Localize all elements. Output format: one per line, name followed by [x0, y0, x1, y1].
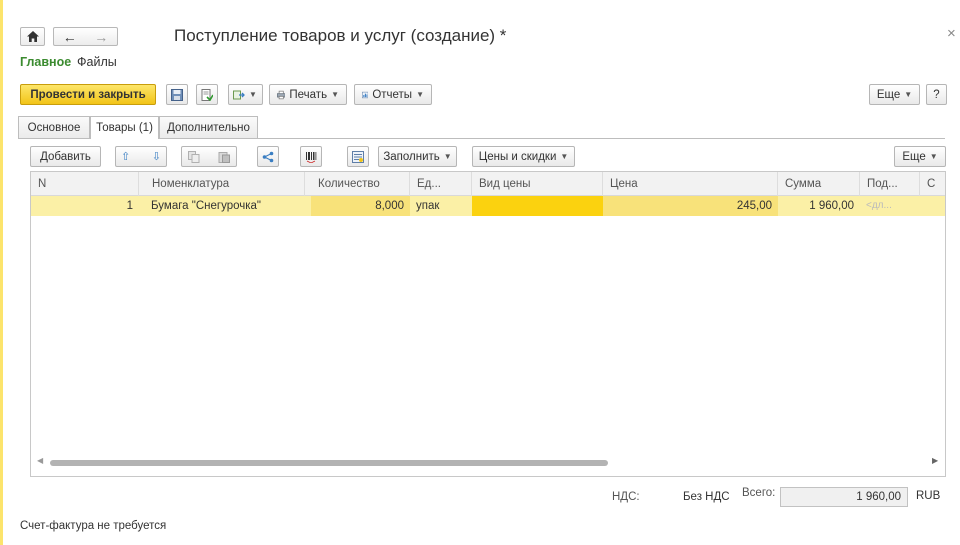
cell-item[interactable]: Бумага "Снегурочка" — [145, 196, 305, 216]
chevron-down-icon: ▼ — [331, 90, 339, 99]
invoice-note: Счет-фактура не требуется — [20, 520, 167, 532]
pick-list-icon — [352, 150, 364, 163]
post-doc-icon — [201, 88, 213, 101]
col-header-unit[interactable]: Ед... — [410, 172, 472, 196]
pick-items-button[interactable] — [347, 146, 369, 167]
post-button[interactable] — [196, 84, 218, 105]
cell-sum[interactable]: 1 960,00 — [778, 196, 860, 216]
col-header-price[interactable]: Цена — [603, 172, 778, 196]
share-icon — [262, 151, 274, 162]
col-header-sub[interactable]: Под... — [860, 172, 920, 196]
reports-label: Отчеты — [372, 88, 413, 101]
share-button[interactable] — [257, 146, 279, 167]
copy-paste-group — [181, 146, 237, 167]
col-header-item[interactable]: Номенклатура — [145, 172, 305, 196]
vat-value: Без НДС — [683, 491, 730, 503]
print-label: Печать — [289, 88, 328, 101]
table-more-label: Еще — [902, 150, 926, 163]
tab-goods[interactable]: Товары (1) — [90, 116, 159, 139]
col-header-sum[interactable]: Сумма — [778, 172, 860, 196]
prices-discounts-label: Цены и скидки — [478, 150, 557, 163]
more-label: Еще — [876, 88, 901, 101]
barcode-button[interactable] — [300, 146, 322, 167]
horizontal-scrollbar[interactable]: ◀ ▶ — [32, 454, 944, 472]
barcode-icon — [306, 151, 317, 163]
col-header-n[interactable]: N — [31, 172, 139, 196]
currency-label: RUB — [916, 490, 941, 502]
create-based-on-button[interactable]: ▼ — [228, 84, 263, 105]
table-row[interactable]: 1 Бумага "Снегурочка" 8,000 упак 245,00 … — [31, 196, 945, 216]
vat-label: НДС: — [612, 491, 640, 503]
home-icon — [26, 31, 39, 42]
printer-icon — [277, 90, 286, 99]
move-rows-group: ⇧ ⇩ — [115, 146, 167, 167]
cell-price[interactable]: 245,00 — [603, 196, 778, 216]
total-field: 1 960,00 — [780, 487, 908, 507]
cell-qty[interactable]: 8,000 — [311, 196, 410, 216]
total-label: Всего: — [742, 487, 776, 499]
section-main-link[interactable]: Главное — [20, 55, 71, 69]
window-title: Поступление товаров и услуг (создание) * — [174, 26, 507, 45]
history-nav: ← → — [53, 27, 118, 46]
copy-icon[interactable] — [188, 150, 200, 163]
tab-main[interactable]: Основное — [18, 116, 90, 138]
print-button[interactable]: Печать ▼ — [269, 84, 347, 105]
col-header-qty[interactable]: Количество — [311, 172, 410, 196]
more-button[interactable]: Еще ▼ — [869, 84, 920, 105]
table-header: N Номенклатура Количество Ед... Вид цены… — [31, 172, 945, 196]
chevron-down-icon: ▼ — [443, 152, 452, 161]
report-icon — [362, 91, 369, 98]
prices-discounts-button[interactable]: Цены и скидки ▼ — [472, 146, 575, 167]
post-and-close-button[interactable]: Провести и закрыть — [20, 84, 156, 105]
scroll-left-icon[interactable]: ◀ — [37, 456, 43, 465]
goods-table: N Номенклатура Количество Ед... Вид цены… — [30, 171, 946, 477]
home-button[interactable] — [20, 27, 45, 46]
close-icon[interactable]: × — [947, 25, 956, 42]
arrow-right-icon[interactable]: → — [94, 29, 108, 45]
add-row-button[interactable]: Добавить — [30, 146, 101, 167]
scroll-right-icon[interactable]: ▶ — [932, 456, 938, 465]
create-based-on-icon — [233, 90, 245, 99]
chevron-down-icon: ▼ — [249, 90, 257, 99]
paste-icon[interactable] — [218, 151, 230, 163]
fill-label: Заполнить — [383, 150, 440, 163]
chevron-down-icon: ▼ — [904, 90, 913, 99]
col-header-extra[interactable]: С — [920, 172, 945, 196]
tab-additional[interactable]: Дополнительно — [159, 116, 258, 138]
left-accent-bar — [0, 0, 3, 545]
fill-button[interactable]: Заполнить ▼ — [378, 146, 457, 167]
move-down-icon[interactable]: ⇩ — [152, 150, 161, 163]
scrollbar-thumb[interactable] — [50, 460, 608, 466]
table-more-button[interactable]: Еще ▼ — [894, 146, 946, 167]
cell-n: 1 — [126, 200, 133, 212]
cell-unit[interactable]: упак — [410, 196, 472, 216]
chevron-down-icon: ▼ — [416, 90, 424, 99]
cell-sub[interactable]: <дл... — [860, 196, 920, 216]
chevron-down-icon: ▼ — [929, 152, 938, 161]
active-tab-gap — [91, 138, 158, 139]
save-button[interactable] — [166, 84, 188, 105]
save-icon — [171, 88, 183, 101]
col-header-price-type[interactable]: Вид цены — [472, 172, 603, 196]
chevron-down-icon: ▼ — [560, 152, 569, 161]
section-files-link[interactable]: Файлы — [77, 55, 117, 69]
move-up-icon[interactable]: ⇧ — [121, 150, 130, 163]
help-button[interactable]: ? — [926, 84, 947, 105]
cell-price-type[interactable] — [472, 196, 603, 216]
arrow-left-icon[interactable]: ← — [63, 29, 77, 45]
reports-button[interactable]: Отчеты ▼ — [354, 84, 432, 105]
